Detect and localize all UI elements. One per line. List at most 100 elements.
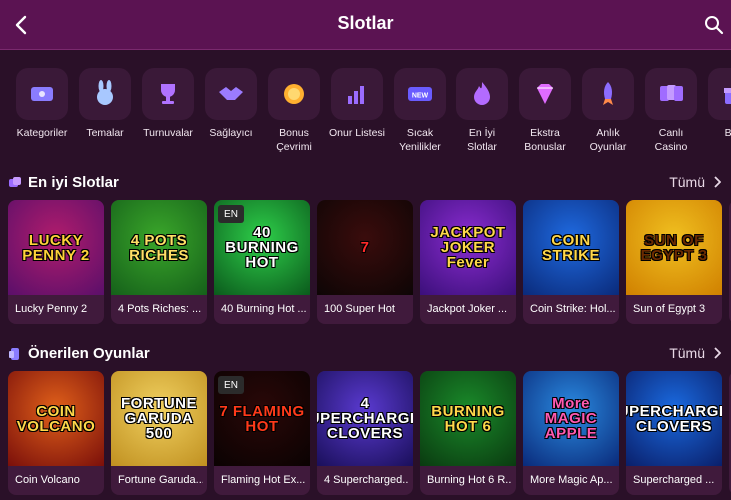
category-icon-tile <box>16 68 68 120</box>
game-card[interactable]: JACKPOT JOKER Fever Jackpot Joker ... <box>420 200 516 324</box>
game-name: More Magic Ap... <box>530 474 613 486</box>
game-card[interactable]: BURNING HOT 6 Burning Hot 6 R... <box>420 371 516 495</box>
svg-text:NEW: NEW <box>412 93 429 100</box>
category-item[interactable]: Temalar <box>75 68 135 140</box>
category-icon-tile <box>456 68 508 120</box>
top-app-bar: Slotlar <box>0 0 731 50</box>
category-label: Canlı Casino <box>654 127 688 153</box>
category-label: Sağlayıcı <box>209 127 253 139</box>
game-thumbnail: SUPERCHARGED CLOVERS <box>626 371 722 466</box>
category-icon-tile <box>582 68 634 120</box>
rocket-icon <box>603 82 613 105</box>
game-logo-text: JACKPOT JOKER Fever <box>430 224 506 271</box>
flame-icon <box>474 82 490 105</box>
game-name: Fortune Garuda... <box>118 474 203 486</box>
category-item[interactable]: Anlık Oyunlar <box>578 68 638 154</box>
game-thumbnail: 7 <box>317 200 413 295</box>
section-title: Önerilen Oyunlar <box>28 345 150 362</box>
game-logo-text: 4 POTS RICHES <box>129 231 189 264</box>
bunny-icon <box>97 80 113 105</box>
game-card[interactable]: SUN OF EGYPT 3 Sun of Egypt 3 <box>626 200 722 324</box>
handshake-icon <box>219 87 243 100</box>
category-item[interactable]: Bon <box>704 68 731 140</box>
category-icon-tile: NEW <box>394 68 446 120</box>
category-item[interactable]: NEW Sıcak Yenilikler <box>390 68 450 154</box>
game-card[interactable]: 40 BURNING HOT EN 40 Burning Hot ... <box>214 200 310 324</box>
category-item[interactable]: Turnuvalar <box>138 68 198 140</box>
category-label: En İyi Slotlar <box>467 127 497 153</box>
category-item[interactable]: Ekstra Bonuslar <box>515 68 575 154</box>
language-badge: EN <box>218 205 244 223</box>
game-name: Sun of Egypt 3 <box>633 303 706 315</box>
search-button[interactable] <box>699 10 729 40</box>
game-logo-text: 7 <box>360 239 370 256</box>
game-card[interactable]: 4 POTS RICHES 4 Pots Riches: ... <box>111 200 207 324</box>
game-name: Jackpot Joker ... <box>427 303 508 315</box>
game-card[interactable]: 7 FLAMING HOT EN Flaming Hot Ex... <box>214 371 310 495</box>
game-name: Burning Hot 6 R... <box>427 474 512 486</box>
category-label: Onur Listesi <box>328 127 386 139</box>
game-card[interactable]: 4 SUPERCHARGED CLOVERS 4 Supercharged... <box>317 371 413 495</box>
chevron-right-icon <box>714 176 721 188</box>
game-name: Supercharged ... <box>633 474 715 486</box>
chevron-right-icon <box>714 347 721 359</box>
category-icon-tile <box>142 68 194 120</box>
category-item[interactable]: En İyi Slotlar <box>452 68 512 154</box>
game-card[interactable]: More MAGIC APPLE More Magic Ap... <box>523 371 619 495</box>
game-name: 4 Supercharged... <box>324 474 409 486</box>
category-label: Bonus Çevrimi <box>276 127 312 153</box>
new-badge-icon: NEW <box>408 87 432 101</box>
game-card[interactable]: COIN STRIKE Coin Strike: Hol... <box>523 200 619 324</box>
game-thumbnail: LUCKY PENNY 2 <box>8 200 104 295</box>
page-title: Slotlar <box>337 13 394 33</box>
category-item[interactable]: Onur Listesi <box>327 68 387 140</box>
game-logo-text: SUN OF EGYPT 3 <box>640 231 708 264</box>
game-card[interactable]: SUPERCHARGED CLOVERS Supercharged ... <box>626 371 722 495</box>
category-item[interactable]: Bonus Çevrimi <box>264 68 324 154</box>
game-card[interactable]: LUCKY PENNY 2 Lucky Penny 2 <box>8 200 104 324</box>
game-card[interactable]: 7 100 Super Hot <box>317 200 413 324</box>
game-logo-text: 40 BURNING HOT <box>225 224 299 271</box>
game-logo-text: BURNING HOT 6 <box>431 402 505 435</box>
game-name: Coin Volcano <box>15 474 80 486</box>
category-label: Turnuvalar <box>143 127 193 139</box>
game-logo-text: COIN STRIKE <box>541 231 600 264</box>
category-strip: Kategoriler Temalar Turnuvalar Sağlayıcı… <box>0 64 731 164</box>
game-name: Coin Strike: Hol... <box>530 303 615 315</box>
game-thumbnail: SUN OF EGYPT 3 <box>626 200 722 295</box>
category-label: Temalar <box>86 127 124 139</box>
game-thumbnail: 4 SUPERCHARGED CLOVERS <box>317 371 413 466</box>
category-icon-tile <box>708 68 731 120</box>
game-logo-text: 4 SUPERCHARGED CLOVERS <box>317 395 413 442</box>
category-label: Ekstra Bonuslar <box>524 127 566 153</box>
section-title: En iyi Slotlar <box>28 174 119 191</box>
game-thumbnail: COIN VOLCANO <box>8 371 104 466</box>
game-thumbnail: COIN STRIKE <box>523 200 619 295</box>
chart-icon <box>348 86 364 104</box>
language-badge: EN <box>218 376 244 394</box>
game-section-icon <box>9 348 19 360</box>
game-name: 100 Super Hot <box>324 303 395 315</box>
section-header-recommended: Önerilen Oyunlar Tümü <box>0 343 731 367</box>
game-thumbnail: JACKPOT JOKER Fever <box>420 200 516 295</box>
game-logo-text: LUCKY PENNY 2 <box>22 231 90 264</box>
category-item[interactable]: Sağlayıcı <box>201 68 261 140</box>
slot-section-icon <box>9 177 21 187</box>
see-all-label: Tümü <box>669 174 705 190</box>
coin-icon <box>284 84 304 104</box>
see-all-link[interactable]: Tümü <box>669 174 721 190</box>
category-icon-tile <box>79 68 131 120</box>
category-label: Anlık Oyunlar <box>589 127 627 153</box>
category-item[interactable]: Canlı Casino <box>641 68 701 154</box>
game-thumbnail: 4 POTS RICHES <box>111 200 207 295</box>
game-logo-text: SUPERCHARGED CLOVERS <box>626 402 722 435</box>
game-card[interactable]: COIN VOLCANO Coin Volcano <box>8 371 104 495</box>
game-card[interactable]: FORTUNE GARUDA 500 Fortune Garuda... <box>111 371 207 495</box>
category-item[interactable]: Kategoriler <box>12 68 72 140</box>
category-icon-tile <box>331 68 383 120</box>
section-header-top-slots: En iyi Slotlar Tümü <box>0 172 731 196</box>
ticket-icon <box>31 87 53 101</box>
category-label: Kategoriler <box>16 127 68 139</box>
see-all-link[interactable]: Tümü <box>669 345 721 361</box>
category-label: Bon <box>724 127 731 139</box>
